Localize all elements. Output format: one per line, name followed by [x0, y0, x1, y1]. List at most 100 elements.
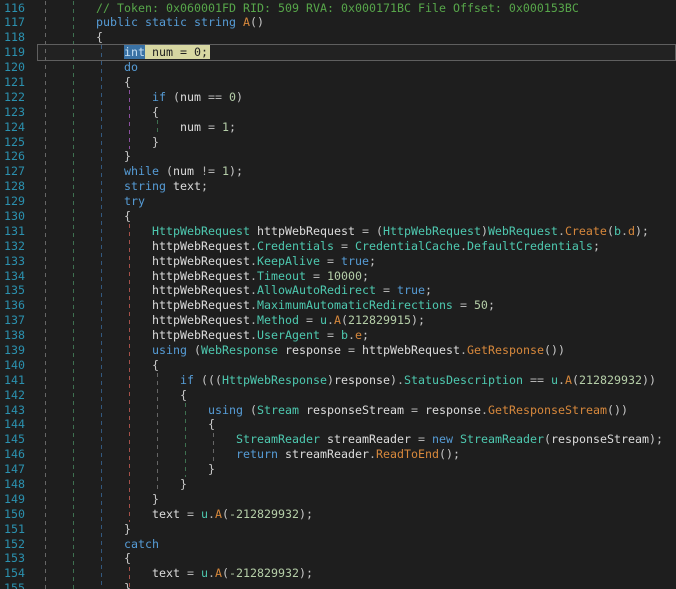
code-token: (	[572, 373, 579, 387]
code-editor[interactable]: 1161171181191201211221231241251261271281…	[0, 0, 676, 589]
code-token: streamReader	[285, 447, 369, 461]
code-line[interactable]: httpWebRequest.UserAgent = b.e;	[40, 328, 676, 343]
code-token: =	[383, 283, 390, 297]
code-token: num	[180, 120, 201, 134]
code-line[interactable]: }	[40, 492, 676, 507]
code-token	[40, 522, 124, 536]
code-token: .	[348, 328, 355, 342]
code-area[interactable]: // Token: 0x060001FD RID: 509 RVA: 0x000…	[40, 1, 676, 589]
code-token: httpWebRequest	[362, 343, 460, 357]
code-line[interactable]: {	[40, 358, 676, 373]
code-token: }	[124, 581, 131, 589]
code-line[interactable]: while (num != 1);	[40, 164, 676, 179]
code-token: true	[341, 254, 369, 268]
code-token: }	[124, 149, 131, 163]
code-line[interactable]: do	[40, 60, 676, 75]
code-line[interactable]: }	[40, 462, 676, 477]
code-token: httpWebRequest	[152, 239, 250, 253]
code-line[interactable]: {	[40, 417, 676, 432]
code-token: using	[208, 403, 243, 417]
code-token	[243, 403, 250, 417]
code-token: {	[208, 417, 215, 431]
code-token: ))	[642, 373, 656, 387]
code-token: .	[558, 373, 565, 387]
code-line[interactable]: httpWebRequest.MaximumAutomaticRedirecti…	[40, 298, 676, 313]
code-token: return	[236, 447, 278, 461]
code-token: }	[152, 492, 159, 506]
line-number: 154	[0, 566, 25, 581]
code-line[interactable]: }	[40, 135, 676, 150]
line-number: 128	[0, 179, 25, 194]
code-token	[40, 224, 152, 238]
code-line[interactable]: text = u.A(-212829932);	[40, 566, 676, 581]
code-line[interactable]: text = u.A(-212829932);	[40, 507, 676, 522]
code-line[interactable]: return streamReader.ReadToEnd();	[40, 447, 676, 462]
code-line[interactable]: try	[40, 194, 676, 209]
code-token: MaximumAutomaticRedirections	[257, 298, 453, 312]
code-token: // Token: 0x060001FD RID: 509 RVA: 0x000…	[96, 1, 579, 15]
code-line[interactable]: httpWebRequest.AllowAutoRedirect = true;	[40, 283, 676, 298]
code-token	[138, 15, 145, 29]
line-number: 145	[0, 432, 25, 447]
code-line[interactable]: string text;	[40, 179, 676, 194]
code-line[interactable]: if (((HttpWebResponse)response).StatusDe…	[40, 373, 676, 388]
code-line[interactable]: {	[40, 105, 676, 120]
code-token	[166, 179, 173, 193]
code-token	[201, 120, 208, 134]
code-token: );	[229, 164, 243, 178]
code-token	[40, 507, 152, 521]
code-line[interactable]: if (num == 0)	[40, 90, 676, 105]
code-line[interactable]: catch	[40, 537, 676, 552]
code-line[interactable]: httpWebRequest.Timeout = 10000;	[40, 269, 676, 284]
code-token	[40, 447, 236, 461]
code-line[interactable]: HttpWebRequest httpWebRequest = (HttpWeb…	[40, 224, 676, 239]
code-token: ;	[229, 120, 236, 134]
code-line[interactable]: {	[40, 75, 676, 90]
code-token: =	[208, 120, 215, 134]
code-line[interactable]: using (Stream responseStream = response.…	[40, 403, 676, 418]
line-number: 148	[0, 477, 25, 492]
code-line[interactable]: {	[40, 209, 676, 224]
code-token	[40, 551, 124, 565]
code-token	[341, 343, 348, 357]
code-line[interactable]: num = 1;	[40, 120, 676, 135]
code-token: =	[411, 403, 418, 417]
code-token	[320, 269, 327, 283]
code-token: )	[236, 90, 243, 104]
code-line[interactable]: httpWebRequest.Method = u.A(212829915);	[40, 313, 676, 328]
code-token	[40, 403, 208, 417]
code-line[interactable]: httpWebRequest.Credentials = CredentialC…	[40, 239, 676, 254]
selected-token: int	[124, 45, 145, 59]
code-token	[355, 343, 362, 357]
line-number: 141	[0, 373, 25, 388]
line-number: 121	[0, 75, 25, 90]
code-line[interactable]: // Token: 0x060001FD RID: 509 RVA: 0x000…	[40, 1, 676, 16]
code-line[interactable]: }	[40, 522, 676, 537]
code-token: ==	[530, 373, 544, 387]
code-line[interactable]: using (WebResponse response = httpWebReq…	[40, 343, 676, 358]
code-line[interactable]: }	[40, 149, 676, 164]
code-line[interactable]: {	[40, 388, 676, 403]
code-token: A	[565, 373, 572, 387]
code-line[interactable]: }	[40, 477, 676, 492]
code-line[interactable]: public static string A()	[40, 15, 676, 30]
code-token	[40, 105, 152, 119]
code-token	[453, 432, 460, 446]
code-token	[320, 328, 327, 342]
line-number: 138	[0, 328, 25, 343]
code-token: httpWebRequest	[152, 254, 250, 268]
code-line[interactable]: }	[40, 581, 676, 589]
code-token	[40, 537, 124, 551]
code-token	[40, 60, 124, 74]
code-token: A	[215, 507, 222, 521]
code-token	[222, 90, 229, 104]
code-line[interactable]: StreamReader streamReader = new StreamRe…	[40, 432, 676, 447]
code-token: WebRequest	[488, 224, 558, 238]
code-token: response	[334, 373, 390, 387]
code-line[interactable]: {	[40, 30, 676, 45]
code-line[interactable]: httpWebRequest.KeepAlive = true;	[40, 254, 676, 269]
code-line[interactable]: int num = 0;	[40, 45, 676, 60]
code-token	[250, 224, 257, 238]
code-token: httpWebRequest	[152, 328, 250, 342]
code-line[interactable]: {	[40, 551, 676, 566]
